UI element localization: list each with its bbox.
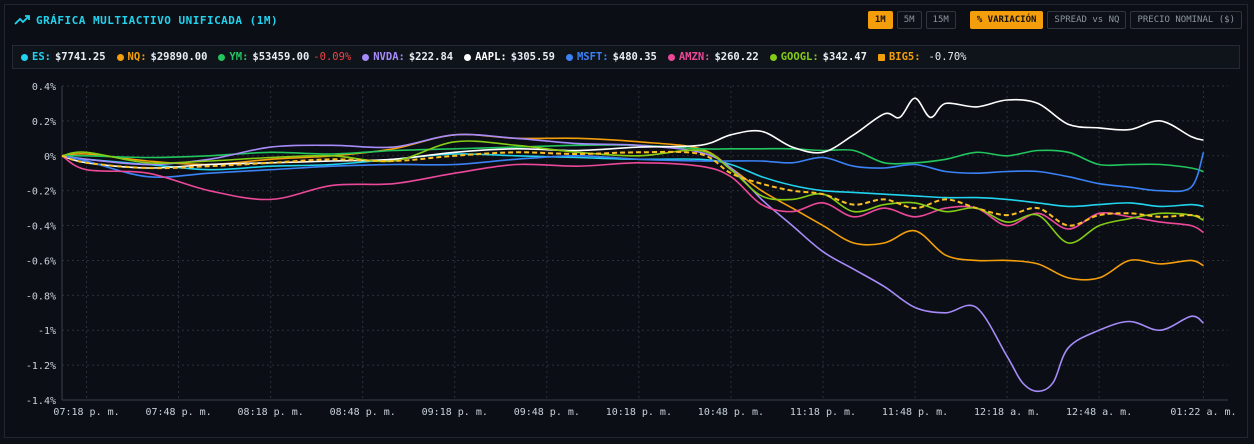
x-tick-label: 11:48 p. m. — [882, 407, 948, 418]
x-tick-label: 09:18 p. m. — [422, 407, 488, 418]
x-tick-label: 08:48 p. m. — [330, 407, 396, 418]
x-tick-label: 12:18 a. m. — [974, 407, 1040, 418]
y-tick-label: -0.6% — [26, 256, 56, 267]
y-tick-label: 0% — [44, 152, 56, 163]
x-tick-label: 12:48 a. m. — [1066, 407, 1132, 418]
x-tick-label: 01:22 a. m. — [1170, 407, 1236, 418]
x-tick-label: 07:48 p. m. — [145, 407, 211, 418]
y-tick-label: -0.8% — [26, 291, 56, 302]
series-line-amzn — [61, 155, 1204, 234]
y-tick-label: 0.2% — [32, 117, 56, 128]
y-tick-label: -1.2% — [26, 361, 56, 372]
y-tick-label: -0.2% — [26, 187, 56, 198]
x-tick-label: 09:48 p. m. — [514, 407, 580, 418]
y-tick-label: -0.4% — [26, 222, 56, 233]
y-tick-label: -1.4% — [26, 396, 56, 407]
series-line-googl — [61, 140, 1204, 244]
x-tick-label: 11:18 p. m. — [790, 407, 856, 418]
x-tick-label: 10:48 p. m. — [698, 407, 764, 418]
x-tick-label: 08:18 p. m. — [238, 407, 304, 418]
y-tick-label: -1% — [38, 326, 56, 337]
series-line-aapl — [61, 97, 1204, 169]
series-line-msft — [61, 152, 1205, 193]
x-tick-label: 07:18 p. m. — [53, 407, 119, 418]
y-tick-label: 0.4% — [32, 82, 56, 93]
series-line-es — [61, 153, 1204, 208]
line-chart: 0.4% 0.2% 0% -0.2% -0.4% -0.6% -0.8% -1% -1.2% -1… — [26, 82, 1237, 418]
x-tick-label: 10:18 p. m. — [606, 407, 672, 418]
